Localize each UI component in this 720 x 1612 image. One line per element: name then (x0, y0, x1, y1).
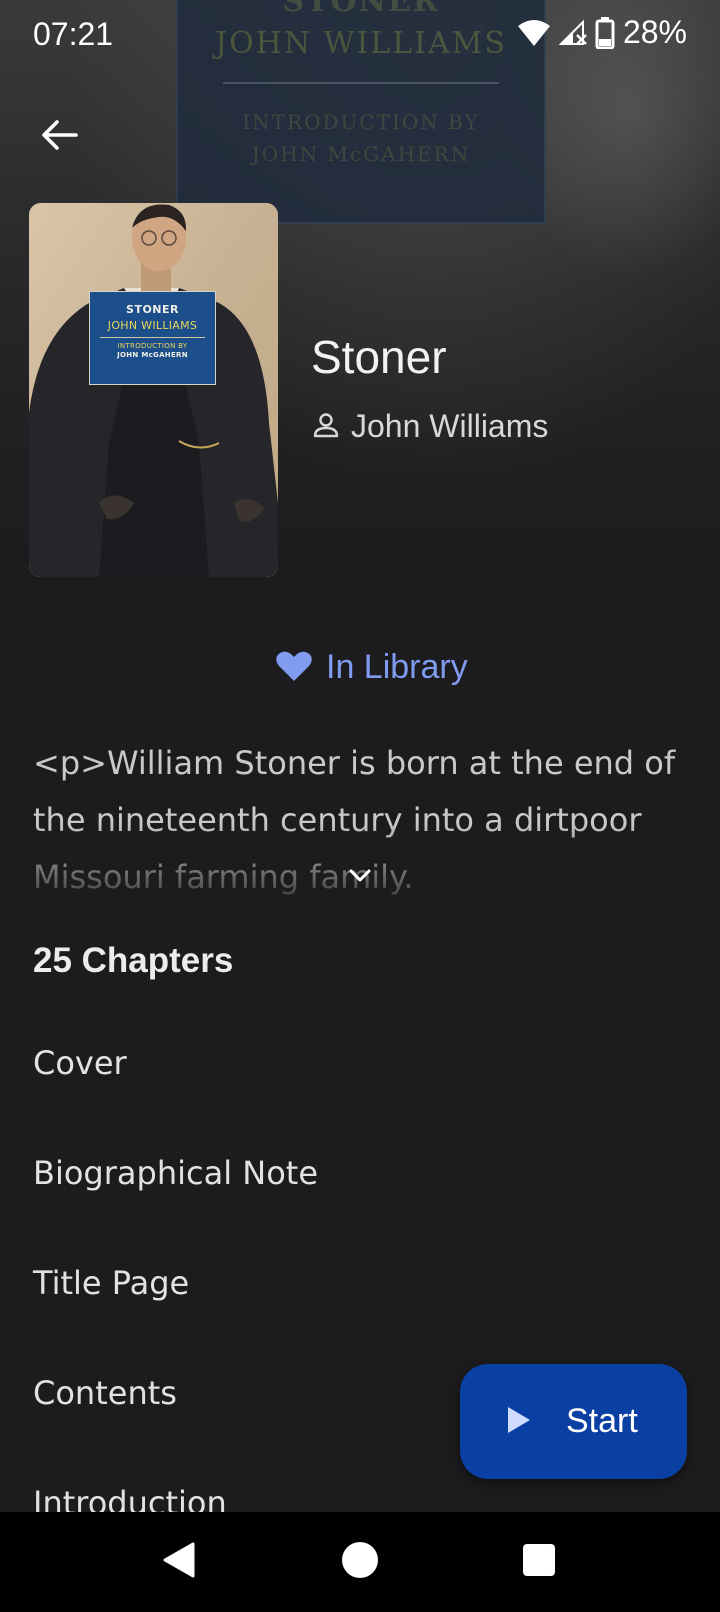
author-name: John Williams (351, 408, 549, 444)
chapter-item-title-page[interactable]: Title Page (0, 1228, 720, 1338)
expand-description-button[interactable] (344, 866, 376, 890)
chapter-item-biographical-note[interactable]: Biographical Note (0, 1118, 720, 1228)
nav-home-icon (341, 1541, 379, 1583)
battery-percentage: 28% (622, 14, 687, 50)
backdrop-cover-intro: INTRODUCTION BY (242, 110, 480, 134)
backdrop-cover-divider (223, 82, 499, 84)
author-row[interactable]: John Williams (313, 408, 548, 445)
cover-intro-name: JOHN McGAHERN (117, 351, 188, 359)
status-time: 07:21 (33, 16, 114, 52)
cover-title-plate: STONER JOHN WILLIAMS INTRODUCTION BY JOH… (89, 291, 216, 385)
in-library-button[interactable]: In Library (276, 648, 468, 687)
book-title: Stoner (311, 331, 447, 383)
battery-icon (595, 16, 615, 49)
book-cover: STONER JOHN WILLIAMS INTRODUCTION BY JOH… (29, 203, 278, 577)
arrow-left-icon (40, 118, 78, 156)
heart-icon (276, 650, 312, 686)
person-icon (313, 412, 339, 442)
cover-intro: INTRODUCTION BY (117, 342, 188, 350)
back-button[interactable] (30, 108, 88, 166)
cover-author: JOHN WILLIAMS (107, 319, 198, 332)
cover-divider (100, 337, 205, 338)
system-navigation-bar (0, 1512, 720, 1612)
start-label: Start (566, 1402, 638, 1440)
status-icons: 28% (517, 14, 687, 51)
nav-home-button[interactable] (336, 1538, 384, 1586)
chapters-heading: 25 Chapters (33, 941, 234, 980)
chevron-down-icon (348, 868, 372, 888)
cover-title: STONER (126, 303, 179, 316)
nav-back-button[interactable] (155, 1538, 203, 1586)
play-icon (506, 1405, 532, 1439)
backdrop-cover-intro-name: JOHN McGAHERN (251, 142, 471, 166)
status-bar: 07:21 28% (0, 0, 720, 72)
start-button[interactable]: Start (460, 1364, 687, 1479)
cellular-signal-icon (558, 18, 587, 48)
cover-painting (29, 203, 278, 577)
wifi-icon (517, 18, 551, 48)
nav-recents-icon (522, 1543, 556, 1581)
nav-back-icon (161, 1541, 197, 1583)
in-library-label: In Library (326, 648, 468, 686)
chapter-item-cover[interactable]: Cover (0, 1008, 720, 1118)
nav-recents-button[interactable] (515, 1538, 563, 1586)
